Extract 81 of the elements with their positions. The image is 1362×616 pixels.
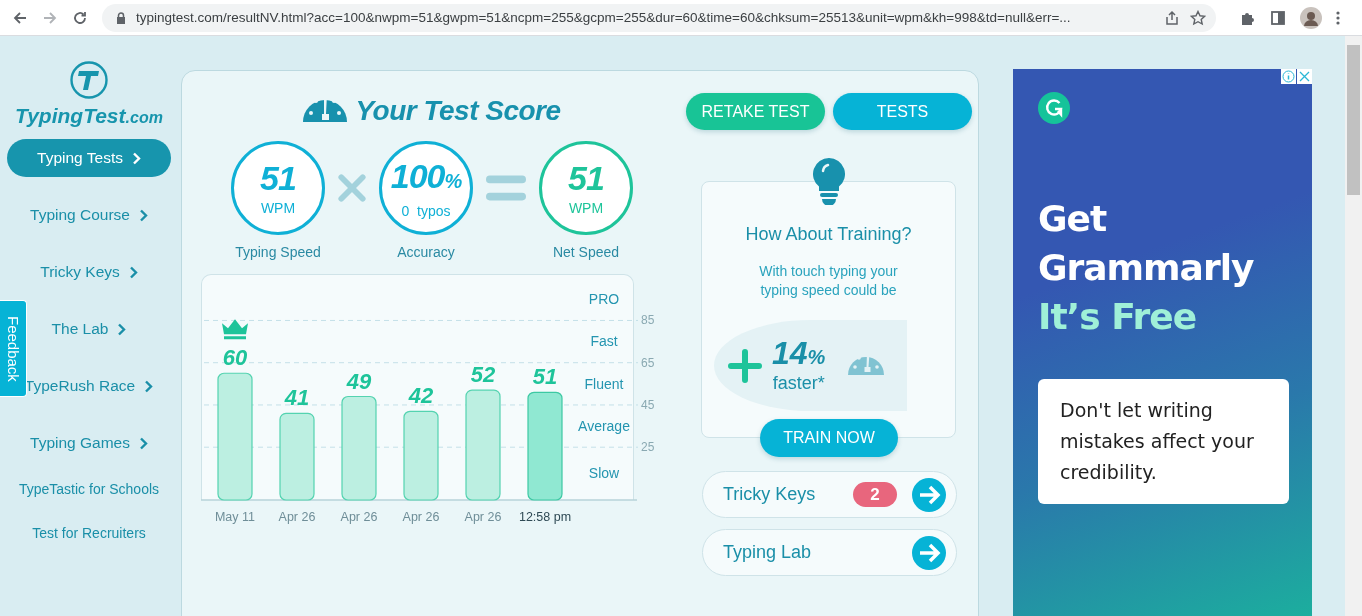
action-button[interactable]: RETAKE TEST bbox=[686, 93, 825, 130]
star-icon[interactable] bbox=[1190, 9, 1206, 26]
gauge-icon bbox=[302, 100, 349, 122]
ad-headline: Get Grammarly bbox=[1038, 197, 1255, 290]
training-text: With touch typing your typing speed could be bbox=[758, 262, 899, 300]
zone-label: Average bbox=[578, 418, 630, 434]
menu-icon[interactable] bbox=[1336, 9, 1340, 26]
lock-icon bbox=[116, 11, 126, 24]
nav-item[interactable]: Typing Course bbox=[30, 196, 148, 234]
nav-item[interactable]: Typing Games bbox=[30, 424, 148, 462]
zone-label: PRO bbox=[588, 291, 620, 307]
gain-value: 14% bbox=[772, 337, 826, 373]
zone-label: Slow bbox=[588, 465, 620, 481]
logo-icon[interactable] bbox=[69, 60, 109, 100]
scrollbar[interactable] bbox=[1345, 36, 1362, 616]
score-unit: WPM bbox=[568, 200, 604, 216]
bar-date: May 11 bbox=[214, 510, 256, 524]
bar-date: Apr 26 bbox=[278, 510, 316, 524]
training-title: How About Training? bbox=[745, 224, 912, 245]
back-icon[interactable] bbox=[12, 9, 28, 26]
score-caption: Accuracy bbox=[397, 244, 455, 260]
address-bar[interactable]: typingtest.com/resultNV.html?acc=100&nwpm=51&gwpm=51&ncpm=255&gcpm=255&dur=60&time=60&chksum=25513&unit=wpm&kh=998&td=null&err=... bbox=[102, 3, 1216, 32]
bar-value: 52 bbox=[470, 362, 496, 388]
gauge-icon bbox=[847, 356, 886, 375]
train-now-button[interactable]: TRAIN NOW bbox=[760, 419, 898, 457]
scrollbar-thumb[interactable] bbox=[1347, 45, 1360, 195]
share-icon[interactable] bbox=[1164, 9, 1180, 26]
bar-value: 60 bbox=[222, 345, 248, 371]
axis-tick-label: 85 bbox=[641, 313, 655, 328]
bar-value: 41 bbox=[284, 385, 310, 411]
bar-value: 49 bbox=[346, 368, 372, 394]
axis-tick-label: 65 bbox=[641, 355, 655, 370]
side-panel-icon[interactable] bbox=[1270, 9, 1286, 26]
chevron-icon bbox=[131, 151, 141, 165]
g-logo-icon bbox=[1038, 92, 1070, 124]
bar-date: Apr 26 bbox=[464, 510, 502, 524]
practice-label: Typing Lab bbox=[723, 542, 813, 563]
chevron-icon bbox=[138, 436, 148, 450]
equals-icon bbox=[486, 174, 526, 202]
logo-text[interactable]: TypingTest.com bbox=[15, 104, 163, 128]
zone-label: Fluent bbox=[584, 376, 624, 392]
bar-value: 51 bbox=[532, 364, 558, 390]
score-caption: Net Speed bbox=[552, 244, 620, 260]
nav-item[interactable]: Typing Tests bbox=[7, 139, 171, 177]
ad-text: Don't let writing mistakes affect your credibility. bbox=[1060, 398, 1255, 485]
chevron-icon bbox=[138, 208, 148, 222]
score-caption: Typing Speed bbox=[235, 244, 321, 260]
axis-tick-label: 25 bbox=[641, 440, 655, 455]
nav-item[interactable]: TypeRush Race bbox=[24, 367, 154, 405]
nav-item[interactable]: The Lab bbox=[51, 310, 127, 348]
crown-icon bbox=[222, 319, 248, 340]
chevron-icon bbox=[128, 265, 138, 279]
bar-date: 12:58 pm bbox=[518, 510, 572, 524]
score-title: Your Test Score bbox=[355, 95, 561, 127]
practice-link[interactable]: Tricky Keys 2 bbox=[702, 471, 957, 518]
chevron-icon bbox=[117, 322, 127, 336]
zone-label: Fast bbox=[590, 333, 618, 349]
score-value: 51 bbox=[260, 160, 296, 196]
nav-item[interactable]: Tricky Keys bbox=[40, 253, 138, 291]
feedback-tab[interactable]: Feedback bbox=[0, 300, 27, 397]
score-value: 51 bbox=[568, 160, 604, 196]
bar-date: Apr 26 bbox=[340, 510, 378, 524]
chevron-icon bbox=[144, 379, 154, 393]
avatar-icon[interactable] bbox=[1300, 6, 1322, 29]
ad-tagline: It’s Free bbox=[1038, 295, 1198, 339]
reload-icon[interactable] bbox=[72, 9, 88, 26]
practice-link[interactable]: Typing Lab bbox=[702, 529, 957, 576]
sidebar-link[interactable]: TypeTastic for Schools bbox=[18, 481, 160, 497]
action-button[interactable]: TESTS bbox=[833, 93, 972, 130]
score-value: 100% bbox=[390, 157, 462, 197]
score-unit: WPM bbox=[260, 200, 296, 216]
axis-tick-label: 45 bbox=[641, 397, 655, 412]
gain-label: faster* bbox=[772, 373, 825, 394]
bar-date: Apr 26 bbox=[402, 510, 440, 524]
count-badge: 2 bbox=[853, 482, 897, 507]
multiply-icon bbox=[338, 171, 366, 205]
bar-value: 42 bbox=[408, 383, 434, 409]
sidebar-link[interactable]: Test for Recruiters bbox=[32, 525, 146, 541]
score-unit: 0 typos bbox=[401, 202, 451, 219]
practice-label: Tricky Keys bbox=[723, 484, 817, 505]
plus-icon bbox=[728, 348, 762, 383]
